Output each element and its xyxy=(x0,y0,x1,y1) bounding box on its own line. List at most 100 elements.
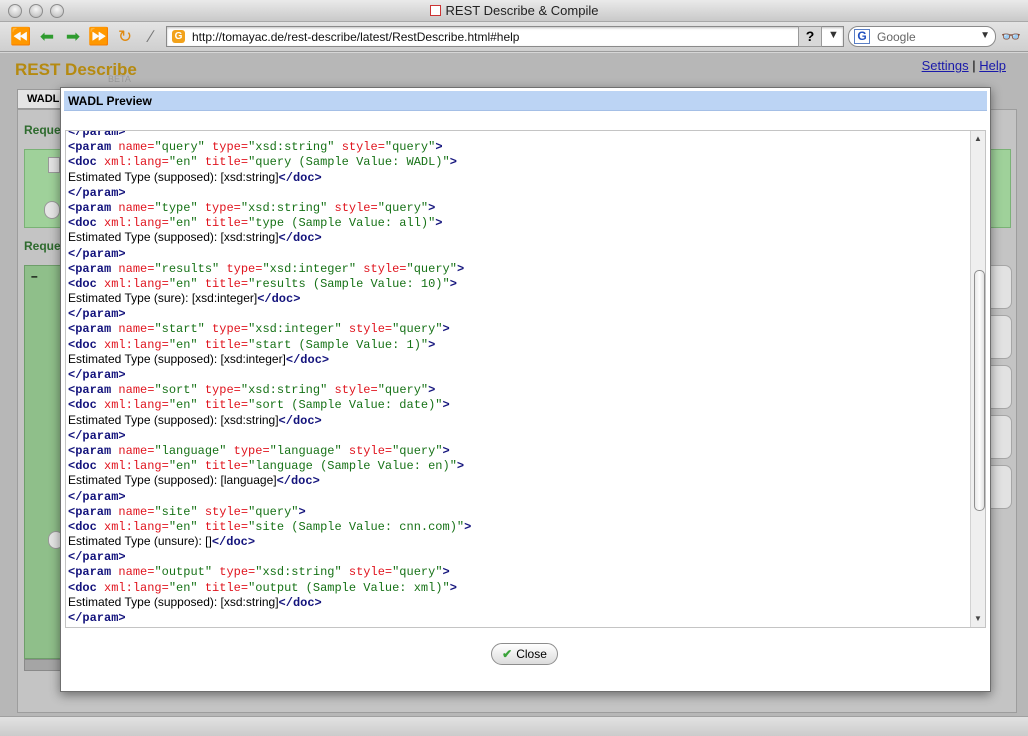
code-line: </param> xyxy=(68,367,968,382)
code-line: <doc xml:lang="en" title="output (Sample… xyxy=(68,580,968,595)
window-title: REST Describe & Compile xyxy=(0,3,1028,18)
code-line: <doc xml:lang="en" title="start (Sample … xyxy=(68,337,968,352)
code-token-val: "xsd:string" xyxy=(240,383,335,398)
code-token-attr: title= xyxy=(204,216,249,231)
code-line: <param name="output" type="xsd:string" s… xyxy=(68,564,968,579)
code-token-attr: xml:lang= xyxy=(104,337,169,352)
code-token-tag: > xyxy=(435,140,443,155)
code-token-attr: title= xyxy=(204,580,249,595)
scroll-down-icon[interactable]: ▼ xyxy=(971,612,985,626)
fast-forward-icon[interactable]: ⏩ xyxy=(88,26,110,48)
code-token-tag: </param> xyxy=(68,185,126,200)
code-token-attr: xml:lang= xyxy=(104,276,169,291)
code-token-attr: xml:lang= xyxy=(104,155,169,170)
code-token-val: "query" xyxy=(154,140,213,155)
code-token-attr: type= xyxy=(219,565,256,580)
side-button-1[interactable] xyxy=(988,265,1012,309)
code-token-tag: > xyxy=(464,519,472,534)
help-link[interactable]: Help xyxy=(979,58,1006,73)
vertical-scrollbar[interactable]: ▲ ▼ xyxy=(970,131,985,627)
code-token-tag: </param> xyxy=(68,368,126,382)
request-button[interactable] xyxy=(44,201,60,219)
side-button-2[interactable] xyxy=(988,315,1012,359)
code-token-attr: style= xyxy=(334,383,378,398)
url-dropdown-icon[interactable]: ▼ xyxy=(828,29,839,41)
forward-icon[interactable]: ➡ xyxy=(62,26,84,48)
code-token-attr: name= xyxy=(118,261,155,276)
code-token-tag: > xyxy=(428,383,436,398)
wadl-code: </param> <param name="query" type="xsd:st… xyxy=(68,130,968,625)
code-token-val: "xsd:string" xyxy=(248,140,342,155)
code-line: <doc xml:lang="en" title="query (Sample … xyxy=(68,154,968,169)
code-token-est: Estimated Type (supposed): [xsd:string] xyxy=(68,169,279,184)
binoculars-icon[interactable]: 👓 xyxy=(1001,27,1021,47)
code-token-val: "output" xyxy=(154,565,220,580)
scroll-up-icon[interactable]: ▲ xyxy=(971,132,985,146)
tab-wadl[interactable]: WADL xyxy=(17,89,61,109)
code-token-attr: name= xyxy=(118,200,155,215)
code-token-tag: <param xyxy=(68,504,119,519)
search-field[interactable]: G Google ▼ xyxy=(848,26,996,47)
code-token-tag: <doc xyxy=(68,398,105,413)
back-icon[interactable]: ⏪ xyxy=(10,26,32,48)
close-button[interactable]: ✔ Close xyxy=(491,643,558,665)
code-line: <param name="site" style="query"> xyxy=(68,504,968,519)
code-line: <param name="results" type="xsd:integer"… xyxy=(68,261,968,276)
code-line: <param name="query" type="xsd:string" st… xyxy=(68,139,968,154)
code-token-val: "results (Sample Value: 10)" xyxy=(248,276,450,291)
address-bar[interactable]: G http://tomayac.de/rest-describe/latest… xyxy=(166,26,844,47)
code-line: Estimated Type (supposed): [xsd:string]<… xyxy=(68,595,968,610)
code-token-tag: > xyxy=(298,504,306,519)
dialog-header[interactable]: WADL Preview xyxy=(64,91,987,111)
code-token-val: "start (Sample Value: 1)" xyxy=(248,337,429,352)
code-token-tag: > xyxy=(428,200,436,215)
scroll-thumb[interactable] xyxy=(974,270,985,511)
side-button-5[interactable] xyxy=(988,465,1012,509)
tree-collapse-icon[interactable]: – xyxy=(31,269,38,283)
address-text[interactable]: http://tomayac.de/rest-describe/latest/R… xyxy=(192,30,519,44)
code-token-attr: name= xyxy=(118,504,155,519)
code-token-val: "en" xyxy=(168,337,205,352)
request-field[interactable] xyxy=(48,157,60,173)
search-dropdown-icon[interactable]: ▼ xyxy=(980,30,990,41)
reload-icon[interactable]: ↻ xyxy=(114,26,136,48)
code-line: Estimated Type (supposed): [xsd:string]<… xyxy=(68,170,968,185)
code-token-attr: xml:lang= xyxy=(104,459,169,474)
stop-icon[interactable]: ∕ xyxy=(140,26,162,48)
code-token-tag: <param xyxy=(68,565,119,580)
code-token-tag: </param> xyxy=(68,550,126,565)
code-token-val: "language" xyxy=(154,443,234,458)
code-line: <param name="type" type="xsd:string" sty… xyxy=(68,200,968,215)
code-token-tag: </doc> xyxy=(278,231,322,246)
settings-link[interactable]: Settings xyxy=(922,58,969,73)
dialog-title: WADL Preview xyxy=(68,94,152,108)
code-token-tag: > xyxy=(442,565,450,580)
code-token-attr: style= xyxy=(348,322,393,337)
code-token-attr: title= xyxy=(204,337,249,352)
back-arrow-icon[interactable]: ⬅ xyxy=(36,26,58,48)
code-token-val: "sort" xyxy=(154,383,205,398)
side-button-4[interactable] xyxy=(988,415,1012,459)
code-token-val: "en" xyxy=(168,398,205,413)
code-token-val: "query" xyxy=(392,322,443,337)
code-token-val: "xsd:string" xyxy=(255,565,349,580)
code-token-val: "query" xyxy=(248,504,299,519)
horizontal-scrollbar[interactable] xyxy=(24,659,64,671)
side-button-3[interactable] xyxy=(988,365,1012,409)
wadl-code-view[interactable]: </param> <param name="query" type="xsd:st… xyxy=(65,130,986,628)
code-token-tag: </doc> xyxy=(278,413,322,428)
scroll-track[interactable] xyxy=(973,147,985,611)
url-help-button[interactable]: ? xyxy=(798,26,822,47)
code-token-val: "results" xyxy=(154,261,227,276)
checkmark-icon: ✔ xyxy=(502,647,513,661)
code-token-tag: </param> xyxy=(68,130,126,139)
request-params-label: Reque xyxy=(24,239,61,253)
code-token-tag: </doc> xyxy=(276,474,320,489)
code-token-tag: > xyxy=(442,322,450,337)
code-token-val: "start" xyxy=(154,322,213,337)
code-token-tag: </doc> xyxy=(278,595,322,610)
code-line: </param> xyxy=(68,428,968,443)
code-token-tag: </param> xyxy=(68,428,126,443)
page-favicon-icon xyxy=(429,5,441,16)
code-token-val: "language" xyxy=(269,443,349,458)
